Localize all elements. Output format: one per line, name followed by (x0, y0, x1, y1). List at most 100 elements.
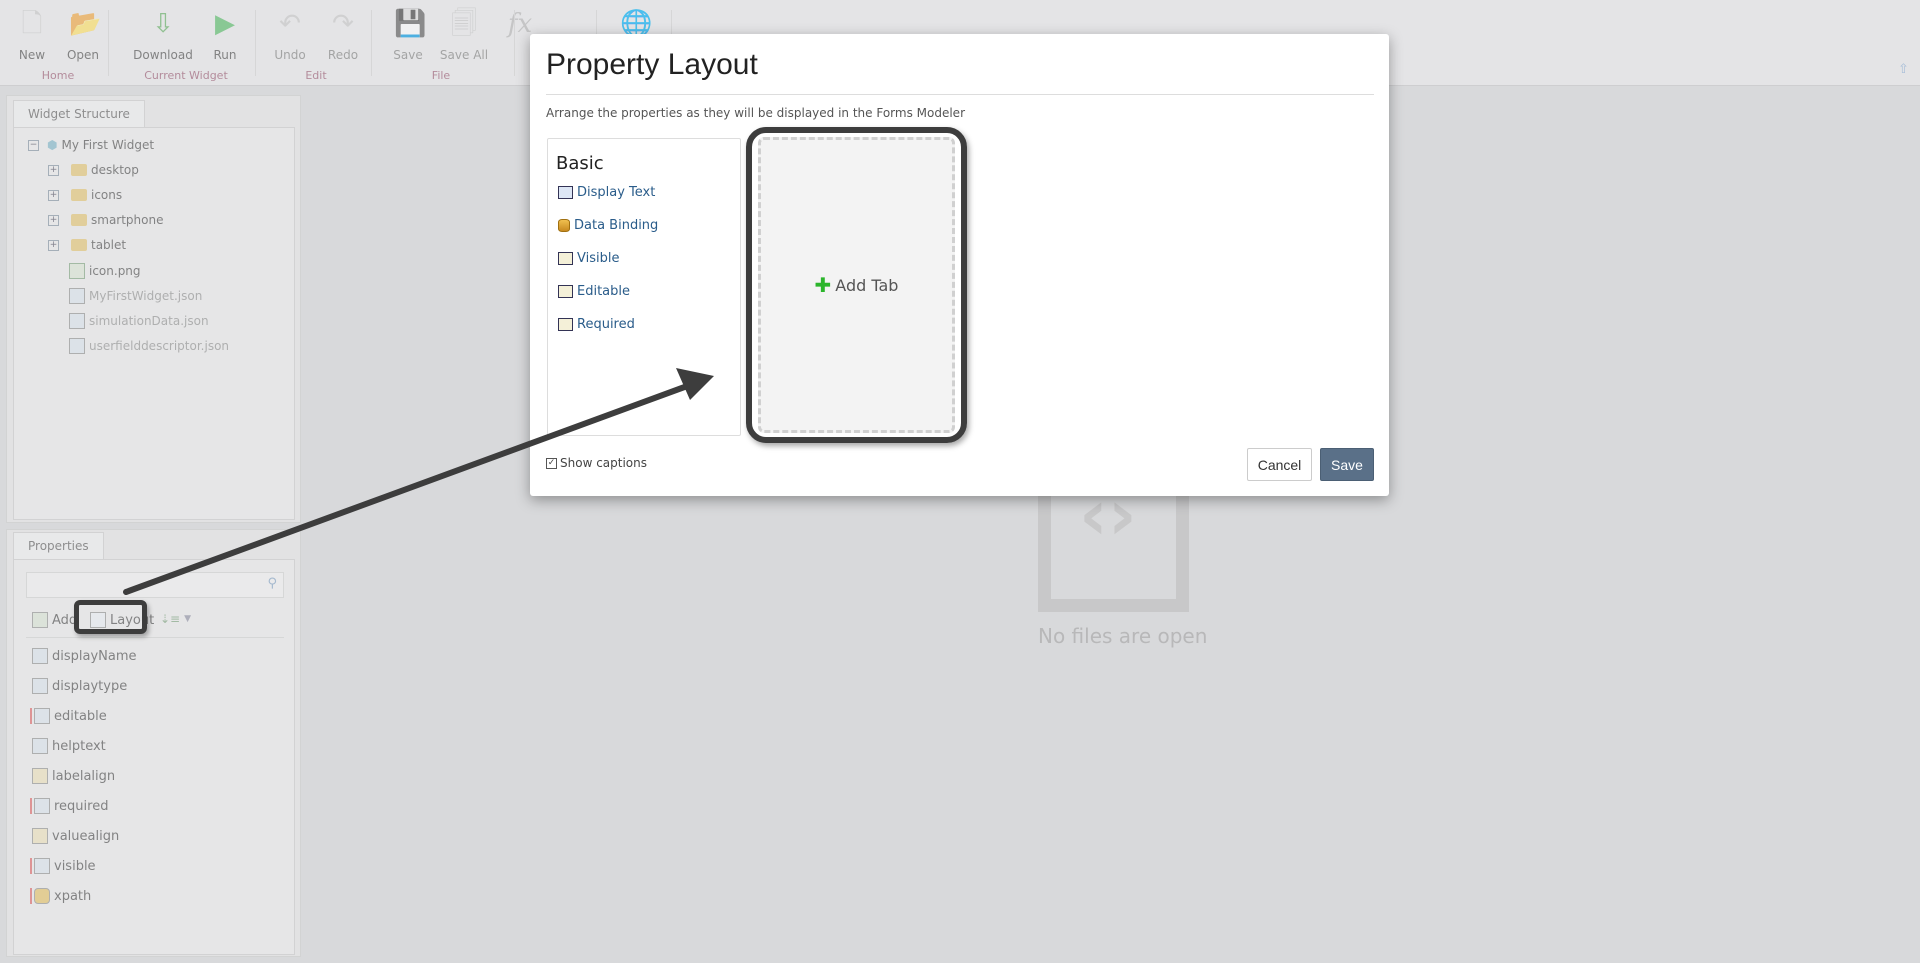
download-button[interactable]: ⇩ Download (133, 8, 193, 62)
chevron-down-icon: ▼ (184, 614, 192, 624)
plus-icon: ✚ (814, 273, 832, 297)
redo-icon: ↷ (332, 9, 354, 39)
run-button[interactable]: ▶ Run (195, 8, 255, 62)
tree-root[interactable]: − ⬢ My First Widget (28, 138, 154, 152)
dialog-description: Arrange the properties as they will be d… (546, 106, 965, 120)
cancel-button[interactable]: Cancel (1247, 448, 1312, 481)
text-property-icon (32, 738, 48, 754)
floppy-multiple-icon: 🗐 (451, 9, 477, 39)
toggle-icon (558, 252, 573, 265)
tree-folder[interactable]: + tablet (48, 238, 126, 252)
tab-properties[interactable]: Properties (13, 532, 104, 559)
undo-icon: ↶ (279, 9, 301, 39)
property-search-input[interactable]: ⚲ (26, 572, 284, 598)
divider (546, 94, 1374, 95)
add-icon (32, 612, 48, 628)
tab-group-basic[interactable]: Basic Display Text Data Binding Visible … (547, 138, 741, 436)
group-label-edit: Edit (305, 69, 327, 82)
dialog-title: Property Layout (546, 48, 758, 81)
text-property-icon (32, 648, 48, 664)
layout-item-data-binding[interactable]: Data Binding (558, 218, 658, 233)
layout-item-visible[interactable]: Visible (558, 251, 619, 266)
tree-file[interactable]: MyFirstWidget.json (69, 288, 202, 304)
tab-widget-structure[interactable]: Widget Structure (13, 100, 145, 127)
save-all-button[interactable]: 🗐 Save All (434, 8, 494, 62)
checkbox-checked-icon[interactable]: ✓ (546, 457, 557, 469)
redo-button[interactable]: ↷ Redo (313, 8, 373, 62)
group-label-file: File (431, 69, 451, 82)
new-file-icon: 🗋 (21, 9, 43, 39)
layout-item-editable[interactable]: Editable (558, 284, 630, 299)
property-item[interactable]: helptext (32, 738, 106, 754)
tree-file[interactable]: icon.png (69, 263, 141, 279)
locked-file-icon (69, 288, 85, 304)
database-icon (34, 888, 50, 904)
property-item[interactable]: valuealign (32, 828, 119, 844)
properties-body: ⚲ Add Layout ⇣≡ ▼ displayName displaytype… (13, 559, 295, 955)
folder-icon (71, 189, 87, 201)
add-tab-button[interactable]: ✚ Add Tab (758, 137, 955, 433)
property-item[interactable]: displayName (32, 648, 137, 664)
toggle-icon (558, 285, 573, 298)
tree-file[interactable]: userfielddescriptor.json (69, 338, 229, 354)
group-label-current-widget: Current Widget (144, 69, 228, 82)
tree-folder[interactable]: + desktop (48, 163, 139, 177)
toggle-property-icon (34, 708, 50, 724)
group-title: Basic (556, 153, 604, 174)
widget-structure-panel: Widget Structure − ⬢ My First Widget + desk… (6, 95, 301, 523)
database-icon (558, 219, 570, 232)
play-icon: ▶ (215, 9, 235, 39)
save-toolbar-button[interactable]: 💾 Save (378, 8, 438, 62)
expand-icon[interactable]: + (48, 189, 59, 201)
properties-panel: Properties ⚲ Add Layout ⇣≡ ▼ displayName … (6, 529, 301, 957)
align-property-icon (32, 768, 48, 784)
tree-file[interactable]: simulationData.json (69, 313, 209, 329)
separator (108, 10, 109, 76)
layout-button[interactable]: Layout (90, 612, 154, 628)
expand-icon[interactable]: + (48, 164, 59, 176)
show-captions-checkbox[interactable]: ✓ Show captions (546, 456, 647, 470)
add-property-button[interactable]: Add (32, 612, 77, 628)
property-item[interactable]: xpath (30, 888, 91, 904)
group-label-home: Home (41, 69, 75, 82)
tree-view: − ⬢ My First Widget + desktop + icons + smart… (13, 127, 295, 520)
property-layout-dialog: Property Layout Arrange the properties a… (530, 34, 1389, 496)
open-folder-icon: 📂 (69, 9, 102, 39)
folder-icon (71, 164, 87, 176)
window-icon (90, 612, 106, 628)
locked-file-icon (69, 338, 85, 354)
property-item[interactable]: visible (30, 858, 96, 874)
expand-icon[interactable]: + (48, 239, 59, 251)
toggle-icon (558, 318, 573, 331)
collapse-ribbon-icon[interactable]: ⇧ (1898, 62, 1909, 77)
image-file-icon (69, 263, 85, 279)
sort-button[interactable]: ⇣≡ ▼ (160, 612, 191, 626)
layout-item-required[interactable]: Required (558, 317, 635, 332)
empty-state-text: No files are open (1038, 624, 1208, 648)
property-item[interactable]: labelalign (32, 768, 115, 784)
align-property-icon (32, 828, 48, 844)
separator (514, 10, 515, 76)
undo-button[interactable]: ↶ Undo (260, 8, 320, 62)
layout-item-display-text[interactable]: Display Text (558, 185, 655, 200)
toggle-property-icon (34, 858, 50, 874)
tree-folder[interactable]: + smartphone (48, 213, 164, 227)
expand-icon[interactable]: + (48, 214, 59, 226)
widget-icon: ⬢ (47, 138, 58, 152)
separator (371, 10, 372, 76)
collapse-icon[interactable]: − (28, 139, 39, 151)
property-item[interactable]: editable (30, 708, 107, 724)
search-icon[interactable]: ⚲ (267, 576, 277, 591)
toggle-property-icon (34, 798, 50, 814)
tree-folder[interactable]: + icons (48, 188, 122, 202)
table-property-icon (32, 678, 48, 694)
folder-icon (71, 239, 87, 251)
sort-icon: ⇣≡ (160, 612, 181, 626)
save-button[interactable]: Save (1320, 448, 1374, 481)
floppy-icon: 💾 (394, 9, 427, 39)
locked-file-icon (69, 313, 85, 329)
property-item[interactable]: displaytype (32, 678, 127, 694)
property-item[interactable]: required (30, 798, 108, 814)
text-icon (558, 186, 573, 199)
open-button[interactable]: 📂 Open (53, 8, 113, 62)
